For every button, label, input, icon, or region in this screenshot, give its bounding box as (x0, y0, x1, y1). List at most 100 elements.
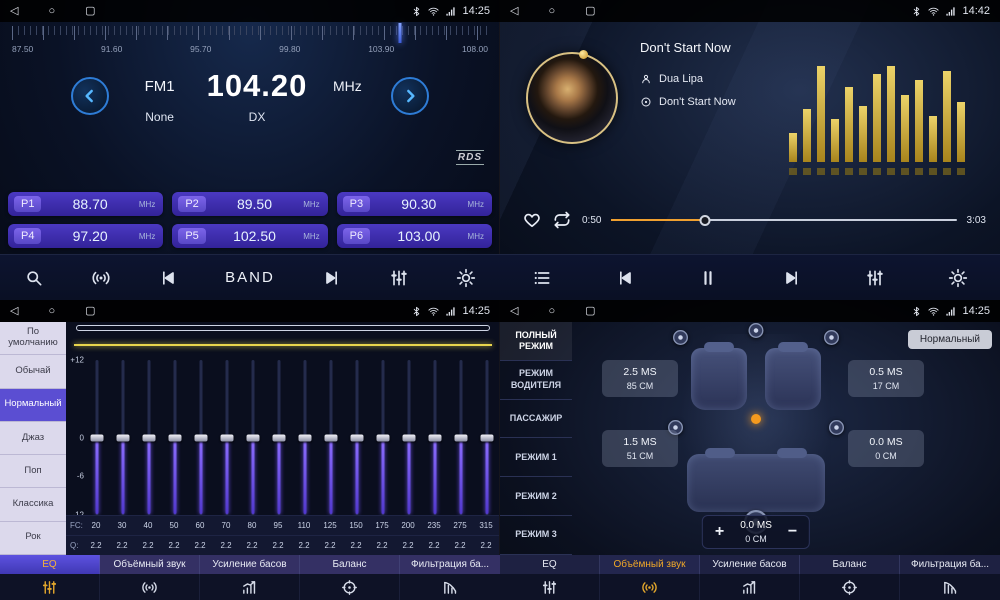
scale-label: 87.50 (12, 44, 33, 54)
eq-sliders (90, 360, 494, 515)
eq-band-slider[interactable] (142, 360, 156, 515)
eq-band-slider[interactable] (428, 360, 442, 515)
visualizer-reflection-bar (803, 168, 811, 175)
eq-curve-line (74, 344, 492, 346)
tab-surround[interactable]: Объёмный звук (100, 555, 200, 600)
eq-preset-item[interactable]: По умолчанию (0, 322, 66, 355)
eq-adjust-button[interactable] (865, 268, 885, 288)
eq-adjust-button[interactable] (389, 268, 409, 288)
back-icon[interactable]: ◁ (10, 300, 18, 322)
home-icon[interactable]: ○ (48, 300, 55, 322)
radio-toolbar: BAND (0, 254, 500, 300)
pause-button[interactable] (698, 268, 718, 288)
fc-value: 70 (218, 521, 234, 530)
eq-preset-item[interactable]: Классика (0, 488, 66, 521)
eq-band-slider[interactable] (350, 360, 364, 515)
back-icon[interactable]: ◁ (510, 300, 518, 322)
q-value: 2.2 (426, 541, 442, 550)
back-icon[interactable]: ◁ (10, 0, 18, 22)
next-track-button[interactable] (782, 268, 802, 288)
visualizer-reflection-bar (915, 168, 923, 175)
eq-band-slider[interactable] (480, 360, 494, 515)
playlist-button[interactable] (532, 268, 552, 288)
eq-band-slider[interactable] (220, 360, 234, 515)
tab-surround[interactable]: Объёмный звук (600, 555, 700, 600)
delay-rear-left[interactable]: 1.5 MS 51 CM (602, 430, 678, 467)
repeat-button[interactable] (552, 210, 572, 230)
progress-bar[interactable] (611, 213, 956, 227)
mode-item[interactable]: ПОЛНЫЙ РЕЖИМ (500, 322, 572, 361)
mode-item[interactable]: РЕЖИМ ВОДИТЕЛЯ (500, 361, 572, 400)
recents-icon[interactable]: ▢ (85, 0, 95, 22)
recents-icon[interactable]: ▢ (585, 0, 595, 22)
speaker-mid-right-icon (829, 420, 844, 435)
tune-up-button[interactable] (391, 77, 429, 115)
scan-button[interactable] (91, 268, 111, 288)
progress-knob[interactable] (699, 215, 710, 226)
eq-band-slider[interactable] (376, 360, 390, 515)
mode-item[interactable]: ПАССАЖИР (500, 400, 572, 439)
eq-band-slider[interactable] (454, 360, 468, 515)
eq-band-slider[interactable] (168, 360, 182, 515)
visualizer-bar (901, 95, 909, 162)
preset-button[interactable]: P6 103.00 MHz (337, 224, 492, 248)
fc-row: FC: 203040506070809511012515017520023527… (66, 515, 500, 535)
recents-icon[interactable]: ▢ (85, 300, 95, 322)
sound-preset-button[interactable]: Нормальный (908, 330, 992, 349)
tab-balance[interactable]: Баланс (300, 555, 400, 600)
eq-band-slider[interactable] (194, 360, 208, 515)
delay-front-right[interactable]: 0.5 MS 17 CM (848, 360, 924, 397)
prev-button[interactable] (158, 268, 178, 288)
eq-band-slider[interactable] (246, 360, 260, 515)
eq-scrollbar[interactable] (76, 325, 490, 331)
recents-icon[interactable]: ▢ (585, 300, 595, 322)
tab-balance[interactable]: Баланс (800, 555, 900, 600)
delay-rear-right[interactable]: 0.0 MS 0 CM (848, 430, 924, 467)
prev-track-button[interactable] (615, 268, 635, 288)
eq-preset-item[interactable]: Рок (0, 522, 66, 555)
next-button[interactable] (322, 268, 342, 288)
tune-down-button[interactable] (71, 77, 109, 115)
tab-eq[interactable]: EQ (500, 555, 600, 600)
preset-button[interactable]: P4 97.20 MHz (8, 224, 163, 248)
favorite-button[interactable] (522, 210, 542, 230)
listening-position[interactable] (751, 414, 761, 424)
mode-item[interactable]: РЕЖИМ 1 (500, 438, 572, 477)
elapsed-time: 0:50 (582, 215, 601, 226)
preset-button[interactable]: P1 88.70 MHz (8, 192, 163, 216)
preset-number: P1 (14, 196, 41, 212)
eq-band-slider[interactable] (272, 360, 286, 515)
tab-bass-boost[interactable]: Усиление басов (200, 555, 300, 600)
tuner-scale[interactable]: 87.5091.6095.7099.80103.90108.00 (12, 26, 488, 66)
settings-button[interactable] (456, 268, 476, 288)
increase-button[interactable]: + (715, 524, 724, 540)
tab-bass-boost[interactable]: Усиление басов (700, 555, 800, 600)
preset-button[interactable]: P5 102.50 MHz (172, 224, 327, 248)
eq-band-slider[interactable] (402, 360, 416, 515)
eq-band-slider[interactable] (116, 360, 130, 515)
eq-preset-item[interactable]: Обычай (0, 355, 66, 388)
decrease-button[interactable]: − (788, 524, 797, 540)
back-icon[interactable]: ◁ (510, 0, 518, 22)
settings-button[interactable] (948, 268, 968, 288)
home-icon[interactable]: ○ (548, 300, 555, 322)
eq-preset-item[interactable]: Джаз (0, 422, 66, 455)
eq-band-slider[interactable] (90, 360, 104, 515)
tab-filter[interactable]: Фильтрация ба... (900, 555, 1000, 600)
home-icon[interactable]: ○ (548, 0, 555, 22)
mode-list: ПОЛНЫЙ РЕЖИМРЕЖИМ ВОДИТЕЛЯПАССАЖИРРЕЖИМ … (500, 322, 572, 555)
eq-band-slider[interactable] (298, 360, 312, 515)
band-button[interactable]: BAND (225, 269, 275, 286)
mode-item[interactable]: РЕЖИМ 2 (500, 477, 572, 516)
eq-preset-item[interactable]: Поп (0, 455, 66, 488)
search-button[interactable] (24, 268, 44, 288)
eq-preset-item[interactable]: Нормальный (0, 389, 66, 422)
mode-item[interactable]: РЕЖИМ 3 (500, 516, 572, 555)
tab-filter[interactable]: Фильтрация ба... (400, 555, 500, 600)
tab-eq[interactable]: EQ (0, 555, 100, 600)
preset-button[interactable]: P3 90.30 MHz (337, 192, 492, 216)
delay-front-left[interactable]: 2.5 MS 85 CM (602, 360, 678, 397)
eq-band-slider[interactable] (324, 360, 338, 515)
preset-button[interactable]: P2 89.50 MHz (172, 192, 327, 216)
home-icon[interactable]: ○ (48, 0, 55, 22)
